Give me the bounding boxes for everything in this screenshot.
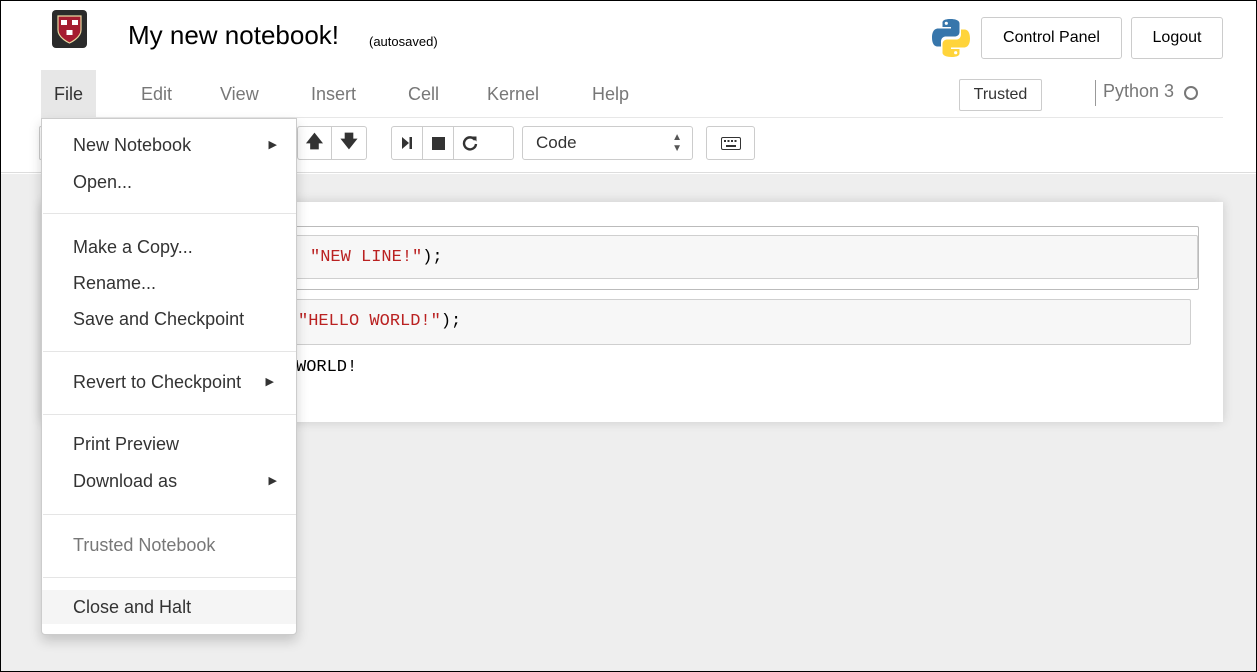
kernel-idle-icon: [1184, 86, 1198, 100]
arrow-up-icon: 🡅: [305, 131, 324, 151]
toolbar-group-move: 🡅 🡇: [297, 126, 367, 160]
move-down-button[interactable]: 🡇: [332, 127, 366, 159]
menu-item-trusted-notebook: Trusted Notebook: [73, 535, 216, 555]
jupyter-window: My new notebook! (autosaved) Control Pan…: [0, 0, 1257, 672]
kernel-name[interactable]: Python 3: [1103, 81, 1174, 102]
cell-type-select[interactable]: Code ▲ ▼: [522, 126, 693, 160]
menu-help[interactable]: Help: [579, 70, 642, 118]
command-palette-button[interactable]: [706, 126, 755, 160]
menu-insert[interactable]: Insert: [298, 70, 369, 118]
menu-divider: [43, 351, 296, 352]
menubar: File Edit View Insert Cell Kernel Help T…: [41, 70, 1223, 118]
restart-icon: [462, 136, 477, 151]
code-line-2: "HELLO WORLD!");: [298, 312, 461, 331]
restart-kernel-button[interactable]: [454, 127, 485, 159]
menu-view[interactable]: View: [207, 70, 272, 118]
code-line-1: "NEW LINE!");: [310, 248, 443, 267]
menu-edit[interactable]: Edit: [128, 70, 185, 118]
logout-button[interactable]: Logout: [1131, 17, 1223, 59]
interrupt-kernel-button[interactable]: [423, 127, 454, 159]
menu-kernel[interactable]: Kernel: [474, 70, 552, 118]
menu-divider: [43, 577, 296, 578]
code-punct-1: );: [422, 248, 443, 267]
harvard-logo[interactable]: [52, 10, 87, 48]
keyboard-icon: [720, 136, 741, 150]
submenu-arrow-icon: ▶: [265, 376, 274, 388]
menu-item-revert-checkpoint[interactable]: Revert to Checkpoint ▶: [42, 365, 296, 399]
submenu-arrow-icon: ▶: [268, 139, 277, 151]
code-punct-2: );: [440, 312, 462, 331]
menu-item-download-as[interactable]: Download as ▶: [42, 464, 296, 498]
control-panel-button[interactable]: Control Panel: [981, 17, 1122, 59]
stop-icon: [431, 136, 445, 150]
select-arrows-icon: ▲ ▼: [672, 132, 682, 154]
menu-divider: [43, 414, 296, 415]
run-cell-button[interactable]: [392, 127, 423, 159]
submenu-arrow-icon: ▶: [268, 475, 277, 487]
new-notebook-label: New Notebook: [73, 135, 192, 155]
toolbar-group-run: [391, 126, 514, 160]
menu-item-print-preview[interactable]: Print Preview: [42, 427, 296, 461]
download-as-label: Download as: [73, 471, 178, 491]
revert-checkpoint-label: Revert to Checkpoint: [73, 372, 242, 392]
menu-divider: [43, 514, 296, 515]
menu-file[interactable]: File: [41, 70, 97, 118]
menu-divider: [43, 213, 296, 214]
menu-item-make-copy[interactable]: Make a Copy...: [42, 230, 296, 264]
python-logo-icon: [930, 17, 972, 59]
menu-cell[interactable]: Cell: [395, 70, 452, 118]
move-up-button[interactable]: 🡅: [298, 127, 332, 159]
file-menu-dropdown: New Notebook ▶ Open... Make a Copy... Re…: [41, 118, 297, 635]
header: My new notebook! (autosaved) Control Pan…: [1, 1, 1256, 68]
autosave-status: (autosaved): [369, 34, 438, 49]
menu-item-new-notebook[interactable]: New Notebook ▶: [42, 128, 296, 162]
step-forward-icon: [402, 137, 412, 149]
menu-item-rename[interactable]: Rename...: [42, 266, 296, 300]
cell-output-2: WORLD!: [296, 358, 358, 377]
menu-item-save-checkpoint[interactable]: Save and Checkpoint: [42, 302, 296, 336]
trusted-indicator[interactable]: Trusted: [959, 79, 1042, 111]
kernel-separator: [1095, 80, 1096, 106]
arrow-down-icon: 🡇: [340, 131, 358, 151]
code-string-2: "HELLO WORLD!": [298, 312, 441, 331]
code-string-1: "NEW LINE!": [310, 248, 423, 267]
menu-item-close-halt[interactable]: Close and Halt: [42, 590, 296, 624]
notebook-title[interactable]: My new notebook!: [128, 20, 339, 51]
cell-type-value: Code: [536, 133, 577, 152]
menu-item-open[interactable]: Open...: [42, 165, 296, 199]
